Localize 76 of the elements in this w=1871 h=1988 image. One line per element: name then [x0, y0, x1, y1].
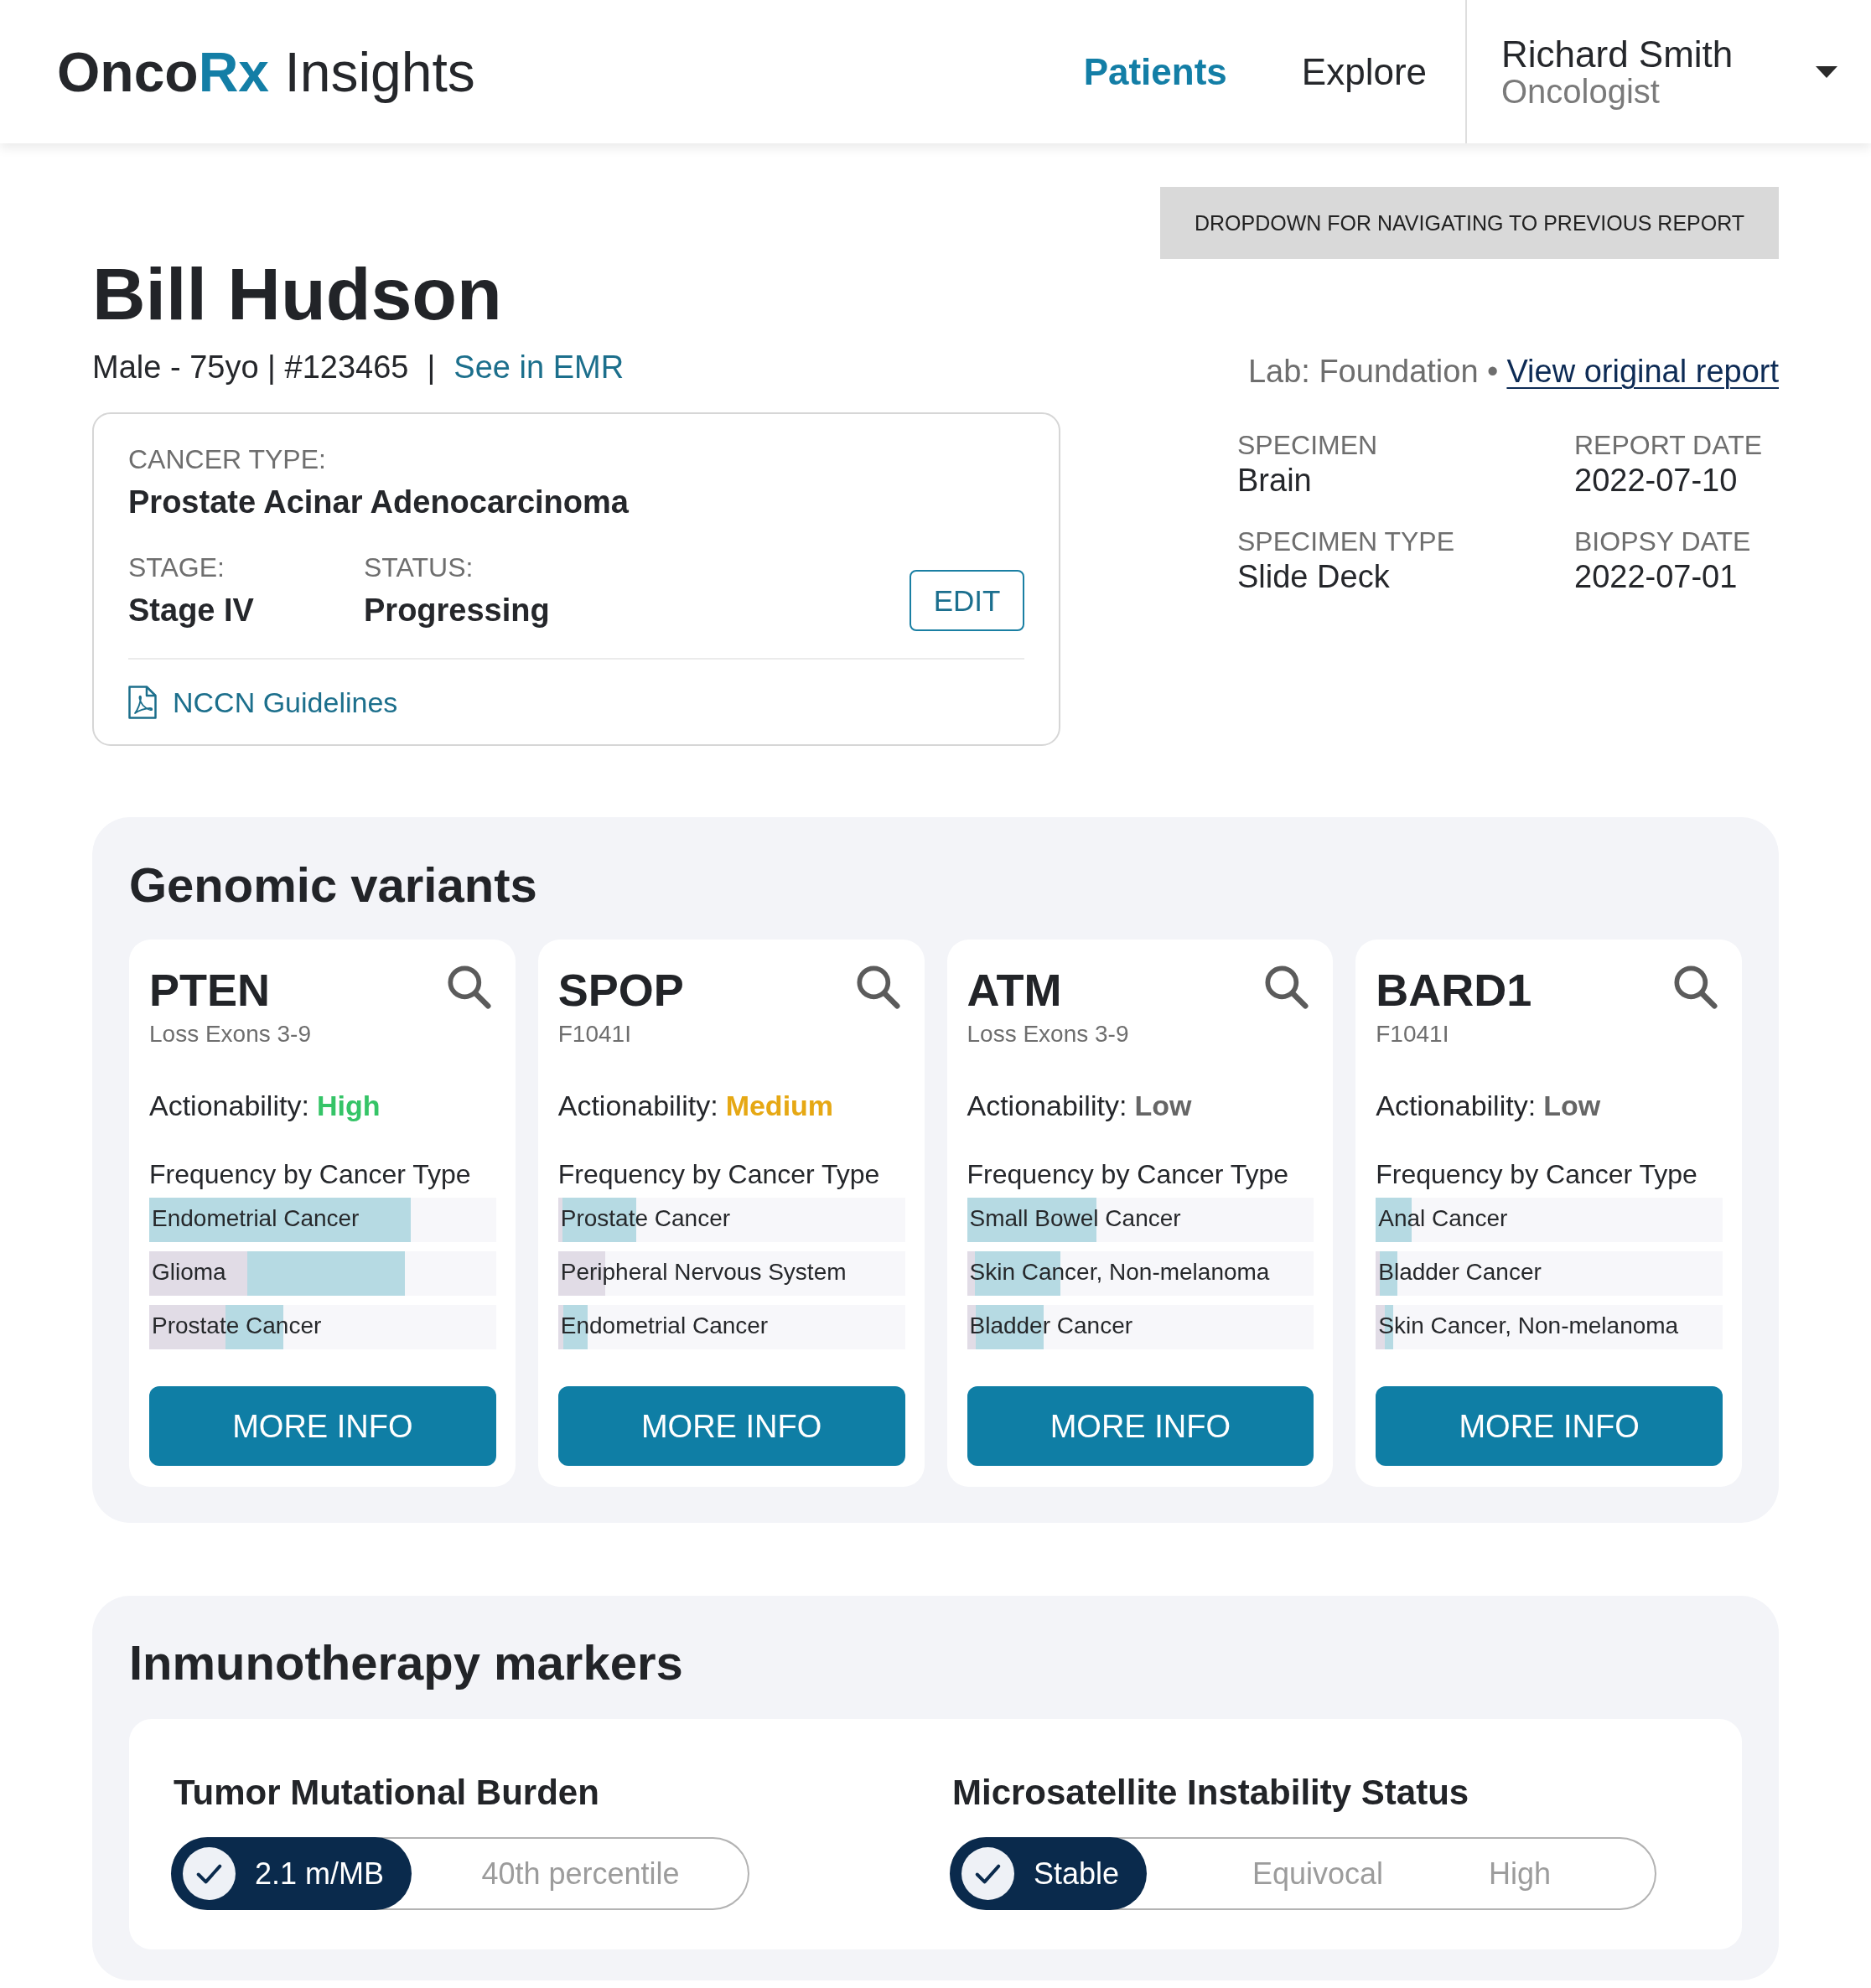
field-label: SPECIMEN TYPE	[1237, 528, 1455, 555]
patient-name: Bill Hudson	[92, 257, 502, 331]
actionability-level: High	[316, 1091, 381, 1120]
toggle-option[interactable]: 2.1 m/MB	[171, 1837, 412, 1910]
nav-tab[interactable]: Explore	[1301, 53, 1427, 91]
actionability-level: Medium	[725, 1091, 834, 1120]
user-name: Richard Smith	[1501, 35, 1734, 73]
gene-name: BARD1	[1376, 967, 1532, 1012]
field-label: BIOPSY DATE	[1574, 528, 1751, 555]
section-title: Frequency by Cancer Type	[1376, 1161, 1697, 1188]
section-title: Frequency by Cancer Type	[557, 1161, 880, 1188]
lab-name: Lab: Foundation •	[1247, 355, 1499, 387]
section-title: Frequency by Cancer Type	[967, 1161, 1289, 1188]
gene-name: ATM	[967, 967, 1062, 1012]
cancer-type-label: Bladder Cancer	[968, 1313, 1133, 1338]
actionability-level: Low	[1543, 1091, 1601, 1120]
cancer-type-label: Anal Cancer	[1377, 1206, 1508, 1230]
field-label: CANCER TYPE:	[128, 446, 327, 473]
section-title: Frequency by Cancer Type	[149, 1161, 471, 1188]
cancer-type-label: Skin Cancer, Non-melanoma	[1377, 1313, 1679, 1338]
cancer-type-label: Prostate Cancer	[151, 1313, 322, 1338]
actionability-label: Actionability:	[967, 1091, 1127, 1120]
section-heading: Genomic variants	[129, 861, 538, 909]
cancer-type-label: Endometrial Cancer	[151, 1206, 360, 1230]
more-info-button[interactable]: MORE INFO	[557, 1386, 905, 1466]
report-dropdown[interactable]: DROPDOWN FOR NAVIGATING TO PREVIOUS REPORT	[1160, 187, 1779, 259]
search-icon[interactable]	[856, 966, 900, 1009]
field-label: SPECIMEN	[1237, 432, 1378, 458]
document-icon	[128, 686, 157, 719]
original-report-link[interactable]: View original report	[1506, 355, 1779, 387]
search-icon[interactable]	[447, 966, 491, 1009]
caret-icon[interactable]	[1816, 65, 1837, 78]
cancer-type-label: Bladder Cancer	[1377, 1260, 1542, 1284]
field-label: STAGE:	[128, 554, 225, 581]
actionability-level: Low	[1134, 1091, 1192, 1120]
check-icon	[183, 1847, 236, 1900]
field-value: Progressing	[364, 594, 550, 626]
separator-text: |	[427, 351, 436, 383]
field-value: Stage IV	[128, 594, 255, 626]
marker-title: Microsatellite Instability Status	[952, 1775, 1469, 1810]
variant-description: Loss Exons 3-9	[967, 1022, 1129, 1046]
variant-description: F1041I	[557, 1022, 631, 1046]
emr-link[interactable]: See in EMR	[453, 351, 625, 383]
field-label: REPORT DATE	[1574, 432, 1763, 458]
field-value: Brain	[1237, 464, 1312, 496]
cancer-type-value: Prostate Acinar Adenocarcinoma	[128, 486, 630, 518]
field-value: 2022-07-10	[1574, 464, 1738, 496]
gene-name: PTEN	[149, 967, 271, 1012]
edit-button[interactable]: EDIT	[910, 570, 1024, 631]
cancer-type-label: Glioma	[151, 1260, 226, 1284]
cancer-type-label: Endometrial Cancer	[559, 1313, 769, 1338]
marker-title: Tumor Mutational Burden	[174, 1775, 599, 1810]
toggle-option[interactable]: Stable	[950, 1837, 1148, 1910]
check-icon	[961, 1847, 1014, 1900]
more-info-button[interactable]: MORE INFO	[1376, 1386, 1723, 1466]
actionability-label: Actionability:	[1376, 1091, 1537, 1120]
cancer-type-label: Skin Cancer, Non-melanoma	[968, 1260, 1270, 1284]
actionability-label: Actionability:	[149, 1091, 309, 1120]
patient-details: Male - 75yo | #123465	[92, 351, 409, 383]
search-icon[interactable]	[1674, 966, 1718, 1009]
variant-description: F1041I	[1376, 1022, 1449, 1046]
field-value: 2022-07-01	[1574, 561, 1738, 593]
variant-description: Loss Exons 3-9	[149, 1022, 311, 1046]
user-role: Oncologist	[1501, 74, 1661, 108]
field-value: Slide Deck	[1237, 561, 1390, 593]
cancer-type-label: Small Bowel Cancer	[968, 1206, 1181, 1230]
nav-tab[interactable]: Patients	[1083, 53, 1227, 91]
field-label: STATUS:	[364, 554, 474, 581]
gene-name: SPOP	[557, 967, 684, 1012]
search-icon[interactable]	[1265, 966, 1309, 1009]
cancer-type-label: Prostate Cancer	[559, 1206, 731, 1230]
more-info-button[interactable]: MORE INFO	[149, 1386, 496, 1466]
guidelines-link[interactable]: NCCN Guidelines	[173, 688, 398, 717]
cancer-type-label: Peripheral Nervous System	[559, 1260, 847, 1284]
actionability-label: Actionability:	[557, 1091, 718, 1120]
more-info-button[interactable]: MORE INFO	[967, 1386, 1314, 1466]
